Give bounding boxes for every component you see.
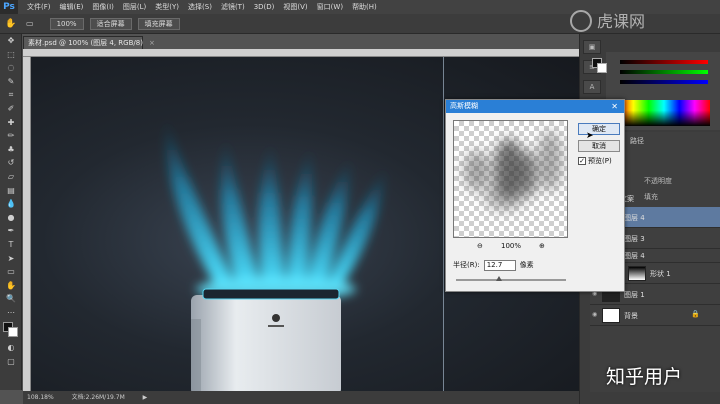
blur-tool-icon[interactable]: 💧 (0, 197, 22, 211)
marquee-tool-icon[interactable]: ⬚ (0, 48, 22, 62)
red-slider[interactable] (620, 60, 708, 64)
background-color-swatch[interactable] (597, 63, 607, 73)
quick-select-tool-icon[interactable]: ✎ (0, 75, 22, 89)
menu-layer[interactable]: 图层(L) (123, 2, 146, 12)
check-icon: ✓ (578, 157, 586, 165)
layer-label: 图层 1 (624, 291, 645, 299)
horizontal-ruler (23, 49, 579, 57)
opacity-label: 不透明度 (644, 177, 672, 185)
svg-text:虎课网: 虎课网 (597, 12, 645, 31)
zoom-readout[interactable]: 108.18% (27, 394, 54, 401)
paths-tab[interactable]: 路径 (630, 136, 644, 146)
lasso-tool-icon[interactable]: ◌ (0, 61, 22, 75)
document-size: 文档:2.26M/19.7M (71, 394, 125, 401)
mouse-cursor-icon: ➤ (586, 131, 594, 141)
history-brush-tool-icon[interactable]: ↺ (0, 156, 22, 170)
zoom-in-icon[interactable]: ⊕ (539, 242, 545, 250)
fill-screen-button[interactable]: 填充屏幕 (137, 17, 180, 30)
photoshop-logo: Ps (0, 0, 18, 14)
eraser-tool-icon[interactable]: ▱ (0, 170, 22, 184)
character-panel-icon[interactable]: A (583, 80, 601, 94)
menu-window[interactable]: 窗口(W) (317, 2, 343, 12)
menu-view[interactable]: 视图(V) (283, 2, 307, 12)
preview-checkbox[interactable]: ✓ 预览(P) (578, 156, 612, 166)
path-select-tool-icon[interactable]: ➤ (0, 252, 22, 266)
healing-tool-icon[interactable]: ✚ (0, 116, 22, 130)
hand-tool-icon[interactable]: ✋ (4, 19, 18, 29)
scroll-all-icon[interactable]: ▭ (26, 19, 34, 28)
blue-slider[interactable] (620, 80, 708, 84)
watermark-logo: 虎课网 (563, 8, 720, 34)
dialog-title: 高斯模糊 (446, 100, 624, 113)
pen-tool-icon[interactable]: ✒ (0, 224, 22, 238)
watermark-text: 知乎用户 (606, 366, 683, 388)
document-tab[interactable]: 素材.psd @ 100% (图层 4, RGB/8) × (23, 36, 155, 49)
blur-preview[interactable] (453, 120, 568, 238)
radius-slider[interactable] (456, 279, 566, 281)
more-tools-icon[interactable]: ⋯ (0, 306, 22, 320)
move-tool-icon[interactable]: ✥ (0, 34, 22, 48)
menu-select[interactable]: 选择(S) (188, 2, 212, 12)
shape-tool-icon[interactable]: ▭ (0, 265, 22, 279)
radius-unit: 像素 (519, 261, 534, 269)
zoom-tool-icon[interactable]: 🔍 (0, 292, 22, 306)
radius-slider-thumb[interactable] (496, 276, 502, 281)
dodge-tool-icon[interactable]: ● (0, 211, 22, 225)
quick-mask-icon[interactable]: ◐ (0, 341, 22, 355)
menu-edit[interactable]: 编辑(E) (60, 2, 84, 12)
crop-tool-icon[interactable]: ⌗ (0, 88, 22, 102)
zoom-100-button[interactable]: 100% (49, 17, 84, 30)
layer-row[interactable]: ◉ 背景 🔒 (590, 305, 720, 326)
radius-row: 半径(R): 12.7 像素 (453, 260, 534, 272)
menu-filter[interactable]: 滤镜(T) (221, 2, 245, 12)
menu-type[interactable]: 类型(Y) (155, 2, 179, 12)
zoom-row: ⊖ 100% ⊕ (453, 242, 568, 254)
document-title: 素材.psd @ 100% (图层 4, RGB/8) (28, 39, 143, 47)
eyedropper-tool-icon[interactable]: ✐ (0, 102, 22, 116)
close-icon[interactable]: × (149, 39, 155, 47)
menu-3d[interactable]: 3D(D) (254, 3, 275, 11)
layer-label: 形状 1 (650, 270, 671, 278)
status-bar: 108.18% 文档:2.26M/19.7M ▶ (23, 391, 579, 404)
color-spectrum[interactable] (618, 100, 710, 126)
history-panel-icon[interactable]: ▣ (583, 40, 601, 54)
layer-thumbnail (602, 308, 620, 323)
layer-label: 图层 3 (624, 235, 645, 243)
zoom-out-icon[interactable]: ⊖ (477, 242, 483, 250)
eye-icon[interactable]: ◉ (592, 311, 600, 319)
color-swatch-icon[interactable] (0, 319, 22, 341)
hand-tool-icon[interactable]: ✋ (0, 279, 22, 293)
cancel-button[interactable]: 取消 (578, 140, 620, 152)
toolbox: ✥ ⬚ ◌ ✎ ⌗ ✐ ✚ ✏ ♣ ↺ ▱ ▤ 💧 ● ✒ T ➤ ▭ ✋ 🔍 … (0, 34, 22, 390)
clone-stamp-tool-icon[interactable]: ♣ (0, 143, 22, 157)
gradient-tool-icon[interactable]: ▤ (0, 184, 22, 198)
menu-image[interactable]: 图像(I) (92, 2, 114, 12)
layer-thumbnail (628, 266, 646, 281)
ok-button[interactable]: 确定 (578, 123, 620, 135)
guide-line[interactable] (443, 57, 444, 391)
radius-input[interactable]: 12.7 (483, 260, 516, 271)
radius-label: 半径(R): (453, 261, 480, 269)
screen-mode-icon[interactable]: ▢ (0, 355, 22, 369)
air-purifier (191, 288, 341, 391)
preview-label: 预览(P) (588, 157, 612, 165)
menu-help[interactable]: 帮助(H) (352, 2, 377, 12)
gaussian-blur-dialog: 高斯模糊 ✕ 确定 取消 ✓ 预览(P) ⊖ 100% ⊕ 半径(R): 12.7 像… (445, 99, 625, 292)
status-arrow-icon[interactable]: ▶ (143, 394, 148, 401)
lock-icon: 🔒 (691, 310, 700, 318)
brush-tool-icon[interactable]: ✏ (0, 129, 22, 143)
layer-label: 背景 (624, 312, 638, 320)
layer-label: 图层 4 (624, 252, 645, 260)
green-slider[interactable] (620, 70, 708, 74)
zoom-percent: 100% (501, 242, 522, 250)
fit-screen-button[interactable]: 适合屏幕 (89, 17, 132, 30)
vertical-ruler (23, 57, 31, 391)
menu-file[interactable]: 文件(F) (27, 2, 51, 12)
type-tool-icon[interactable]: T (0, 238, 22, 252)
layer-label: 图层 4 (624, 214, 645, 222)
close-icon[interactable]: ✕ (611, 100, 618, 113)
